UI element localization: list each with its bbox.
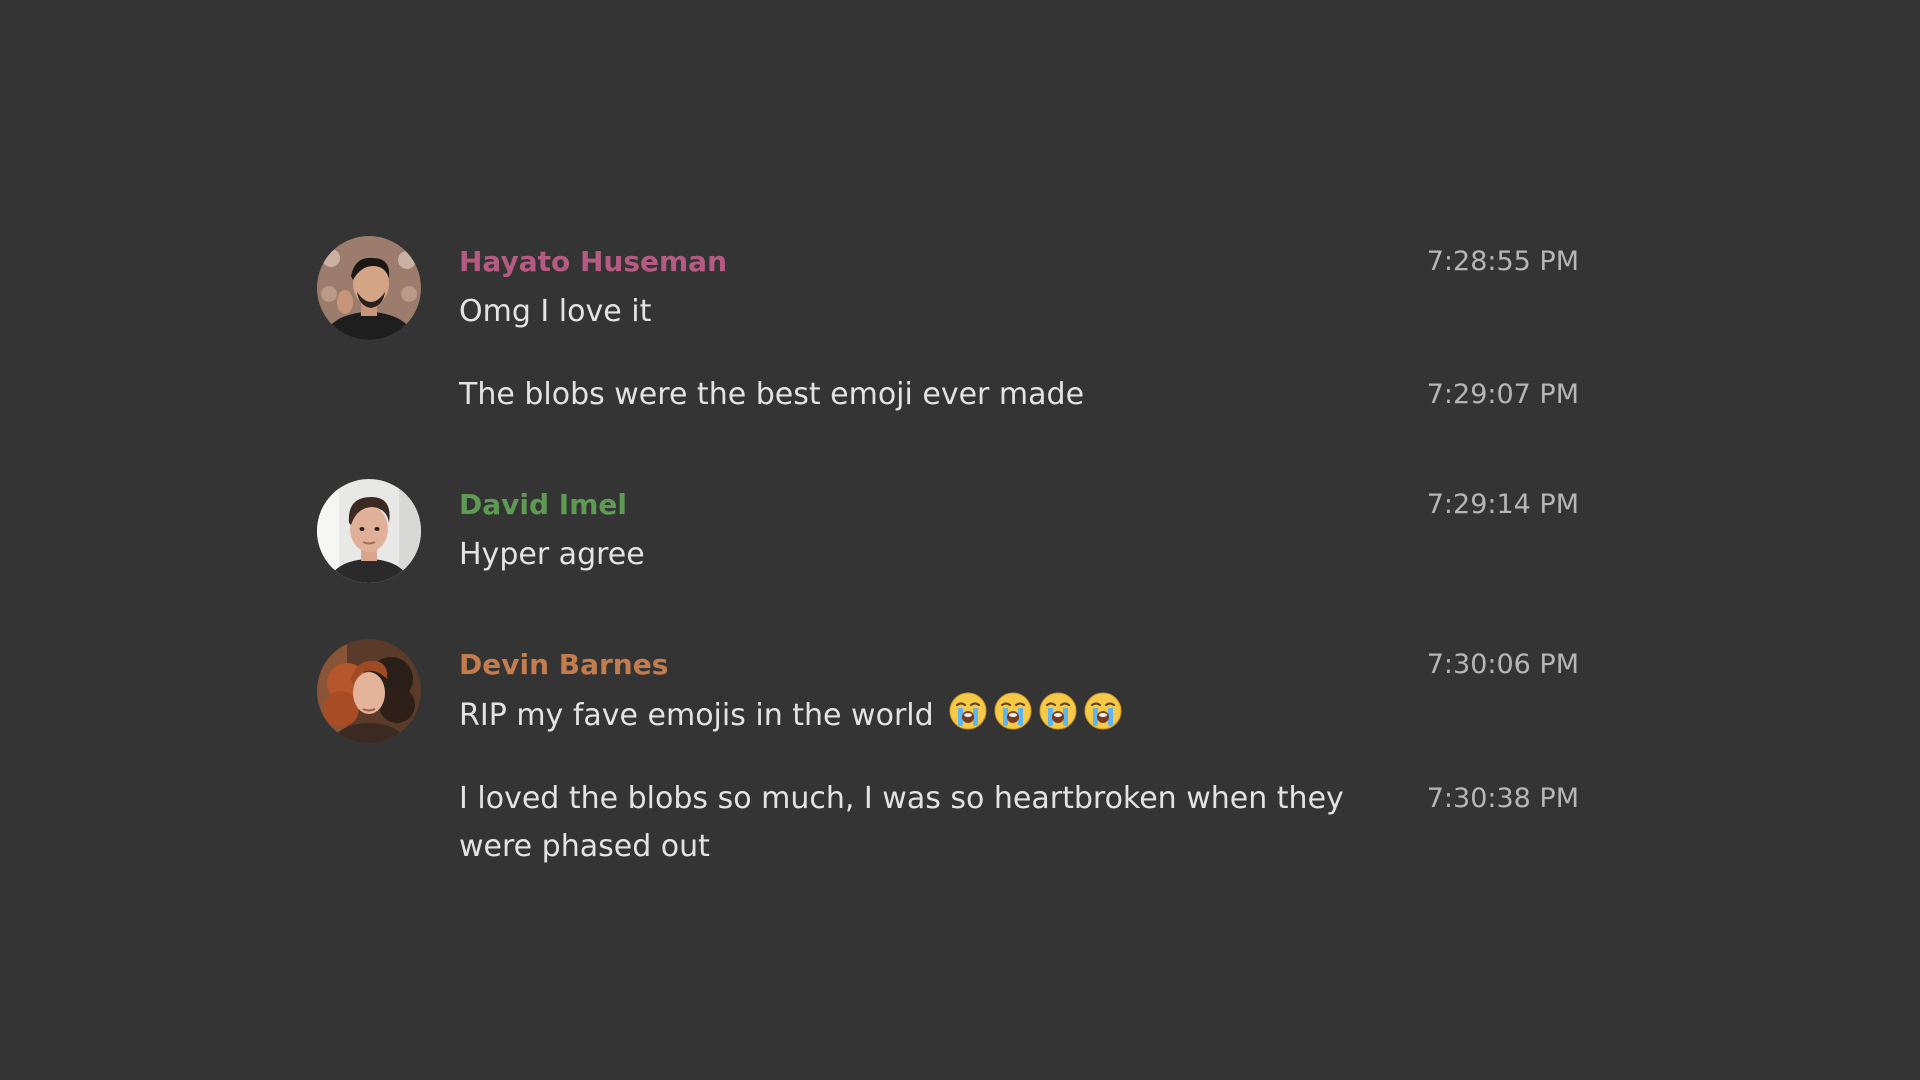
loudly-crying-face-icon <box>948 691 988 731</box>
message-text-content: RIP my fave emojis in the world <box>459 698 934 733</box>
timestamp: 7:28:55 PM <box>1426 246 1579 277</box>
message: I loved the blobs so much, I was so hear… <box>317 775 1579 906</box>
timestamp: 7:29:07 PM <box>1426 379 1579 410</box>
message-text: The blobs were the best emoji ever made <box>459 377 1085 412</box>
timestamp: 7:30:38 PM <box>1426 783 1579 814</box>
chat-log: Hayato Huseman Omg I love it 7:28:55 PM … <box>317 236 1579 931</box>
timestamp: 7:30:06 PM <box>1426 649 1579 680</box>
message: David Imel Hyper agree 7:29:14 PM <box>317 479 1579 614</box>
timestamp: 7:29:14 PM <box>1426 489 1579 520</box>
message: The blobs were the best emoji ever made … <box>317 371 1579 454</box>
message-group: Hayato Huseman Omg I love it 7:28:55 PM … <box>317 236 1579 454</box>
message-group: David Imel Hyper agree 7:29:14 PM <box>317 479 1579 614</box>
loudly-crying-face-icon <box>1083 691 1123 731</box>
loudly-crying-face-icon <box>993 691 1033 731</box>
message-text: RIP my fave emojis in the world <box>459 691 1409 775</box>
message-group: Devin Barnes RIP my fave emojis in the w… <box>317 639 1579 906</box>
message-text: Hyper agree <box>459 537 645 572</box>
message: Hayato Huseman Omg I love it 7:28:55 PM <box>317 236 1579 371</box>
message-text: I loved the blobs so much, I was so hear… <box>459 781 1344 864</box>
author-name[interactable]: Devin Barnes <box>459 639 1409 691</box>
message-text: Omg I love it <box>459 294 652 329</box>
loudly-crying-face-icon <box>1038 691 1078 731</box>
author-name[interactable]: David Imel <box>459 479 1409 531</box>
author-name[interactable]: Hayato Huseman <box>459 236 1409 288</box>
emoji-row <box>943 692 1123 733</box>
message: Devin Barnes RIP my fave emojis in the w… <box>317 639 1579 775</box>
